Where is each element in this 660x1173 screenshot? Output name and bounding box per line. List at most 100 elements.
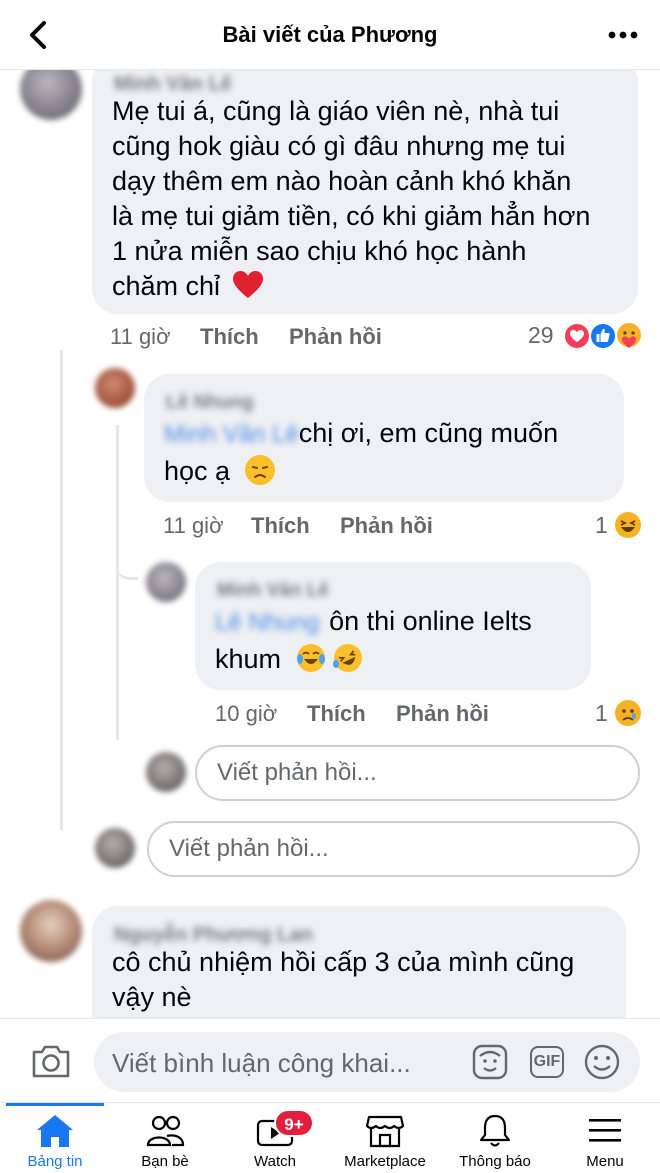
avatar[interactable] bbox=[146, 562, 186, 602]
reply-label: Phản hồi bbox=[289, 324, 382, 349]
reply-input[interactable]: Viết phản hồi... bbox=[147, 821, 640, 877]
red-heart-icon bbox=[232, 271, 263, 298]
nav-label: Thông báo bbox=[459, 1153, 531, 1170]
reply-text: Lê Nhung ôn thi online Ielts khum bbox=[215, 604, 585, 677]
active-indicator bbox=[6, 1103, 104, 1106]
page-title: Bài viết của Phương bbox=[222, 22, 438, 47]
care-reaction-icon bbox=[617, 323, 641, 348]
reply-label: Phản hồi bbox=[340, 513, 433, 538]
reply-time: 11 giờ bbox=[163, 513, 224, 539]
reply-label: Phản hồi bbox=[396, 701, 489, 726]
haha-reaction-icon bbox=[615, 512, 641, 538]
top-bar: Bài viết của Phương bbox=[0, 0, 660, 70]
avatar[interactable] bbox=[95, 368, 135, 408]
reply-thread-line bbox=[116, 425, 119, 740]
nav-watch[interactable]: 9+ Watch bbox=[220, 1103, 330, 1173]
bell-icon bbox=[479, 1114, 511, 1147]
nav-label: Watch bbox=[254, 1153, 296, 1170]
reply-link[interactable]: Phản hồi bbox=[340, 513, 433, 539]
reply-author[interactable]: Lê Nhung bbox=[166, 392, 254, 414]
mention-link[interactable]: Minh Văn Lê bbox=[164, 417, 299, 452]
avatar[interactable] bbox=[20, 900, 82, 962]
thread-connector bbox=[116, 540, 138, 580]
gif-label: GIF bbox=[533, 1053, 561, 1070]
reply-line: Lê Nhung ôn thi online Ielts bbox=[215, 604, 585, 640]
reply-time-text: 10 giờ bbox=[215, 701, 278, 726]
comment-line: Mẹ tui á, cũng là giáo viên nè, nhà tui bbox=[112, 96, 560, 126]
reaction-summary[interactable]: 1 bbox=[595, 512, 608, 539]
avatar-sticker-icon[interactable] bbox=[470, 1042, 510, 1082]
avatar bbox=[95, 828, 135, 868]
comment-author[interactable]: Nguyễn Phương Lan bbox=[114, 924, 313, 947]
reply-input[interactable]: Viết phản hồi... bbox=[195, 745, 640, 801]
avatar bbox=[146, 752, 186, 792]
marketplace-icon bbox=[365, 1115, 405, 1148]
reply-line-text: ôn thi online Ielts bbox=[329, 606, 532, 636]
nav-label: Bảng tin bbox=[27, 1153, 83, 1170]
reaction-summary[interactable]: 29 bbox=[528, 322, 554, 349]
reaction-count: 29 bbox=[528, 322, 554, 348]
reaction-count: 1 bbox=[595, 512, 608, 538]
comment-author[interactable]: Minh Văn Lê bbox=[114, 73, 232, 96]
reply-text: Minh Văn Lêchị ơi, em cũng muốn học ạ bbox=[164, 416, 614, 489]
rolling-laughing-emoji-icon bbox=[333, 644, 363, 672]
reply-input-placeholder: Viết phản hồi... bbox=[217, 759, 377, 786]
nav-notifications[interactable]: Thông báo bbox=[440, 1103, 550, 1173]
comment-line: vậy nè bbox=[112, 982, 192, 1012]
comment-line: dạy thêm em nào hoàn cảnh khó khăn bbox=[112, 166, 572, 196]
reaction-count: 1 bbox=[595, 700, 608, 726]
comment-line-text: chăm chỉ bbox=[112, 271, 221, 301]
comment-line: cô chủ nhiệm hồi cấp 3 của mình cũng bbox=[112, 947, 575, 977]
reply-line: khum bbox=[215, 642, 585, 677]
like-link[interactable]: Thích bbox=[251, 513, 310, 539]
comment-input[interactable]: Viết bình luận công khai... GIF bbox=[94, 1032, 640, 1092]
like-link[interactable]: Thích bbox=[307, 701, 366, 727]
nav-menu[interactable]: Menu bbox=[550, 1103, 660, 1173]
thread-line bbox=[60, 350, 63, 830]
reply-input-placeholder: Viết phản hồi... bbox=[169, 835, 329, 862]
like-label: Thích bbox=[307, 701, 366, 726]
heart-reaction-icon bbox=[563, 322, 591, 350]
comment-line: là mẹ tui giảm tiền, có khi giảm hẳn hơn bbox=[112, 201, 591, 231]
like-label: Thích bbox=[251, 513, 310, 538]
comment-line: 1 nửa miễn sao chịu khó học hành bbox=[112, 236, 527, 266]
more-options-icon[interactable] bbox=[606, 22, 640, 48]
nav-label: Marketplace bbox=[344, 1153, 426, 1170]
friends-icon bbox=[146, 1115, 185, 1147]
bottom-nav: Bảng tin Bạn bè 9+ Watch Marketplace Thô… bbox=[0, 1102, 660, 1173]
nav-news-feed[interactable]: Bảng tin bbox=[0, 1103, 110, 1173]
comment-meta: 11 giờ bbox=[110, 324, 171, 350]
camera-icon[interactable] bbox=[30, 1043, 72, 1079]
like-reaction-icon bbox=[589, 322, 617, 350]
reply-line: học ạ bbox=[164, 454, 614, 489]
disappointed-emoji-icon bbox=[244, 455, 275, 485]
home-icon bbox=[37, 1115, 73, 1147]
reply-time: 10 giờ bbox=[215, 701, 277, 727]
comment-line: chăm chỉ bbox=[112, 269, 632, 304]
reply-author[interactable]: Minh Văn Lê bbox=[217, 580, 329, 602]
comment-input-placeholder: Viết bình luận công khai... bbox=[112, 1048, 411, 1078]
nav-friends[interactable]: Bạn bè bbox=[110, 1103, 220, 1173]
reply-line-text: chị ơi, em cũng muốn bbox=[298, 418, 559, 448]
mention-link[interactable]: Lê Nhung bbox=[215, 605, 319, 640]
reaction-summary[interactable]: 1 bbox=[595, 700, 608, 727]
emoji-icon[interactable] bbox=[583, 1043, 621, 1081]
reply-line-text: khum bbox=[215, 644, 282, 674]
nav-marketplace[interactable]: Marketplace bbox=[330, 1103, 440, 1173]
tears-of-joy-emoji-icon bbox=[296, 644, 325, 672]
reply-line: Minh Văn Lêchị ơi, em cũng muốn bbox=[164, 416, 614, 452]
comment-text: cô chủ nhiệm hồi cấp 3 của mình cũng vậy… bbox=[112, 945, 622, 1015]
gif-button[interactable]: GIF bbox=[530, 1046, 564, 1078]
comment-composer: Viết bình luận công khai... GIF bbox=[0, 1018, 660, 1102]
like-label: Thích bbox=[200, 324, 259, 349]
notification-badge: 9+ bbox=[274, 1109, 314, 1137]
reply-link[interactable]: Phản hồi bbox=[396, 701, 489, 727]
nav-label: Bạn bè bbox=[141, 1153, 189, 1170]
reply-line-text: học ạ bbox=[164, 456, 231, 486]
comment-text: Mẹ tui á, cũng là giáo viên nè, nhà tui … bbox=[112, 94, 632, 304]
sad-reaction-icon bbox=[615, 700, 641, 726]
like-link[interactable]: Thích bbox=[200, 324, 259, 350]
reply-link[interactable]: Phản hồi bbox=[289, 324, 382, 350]
comment-line: cũng hok giàu có gì đâu nhưng mẹ tui bbox=[112, 131, 566, 161]
menu-icon bbox=[589, 1119, 621, 1142]
